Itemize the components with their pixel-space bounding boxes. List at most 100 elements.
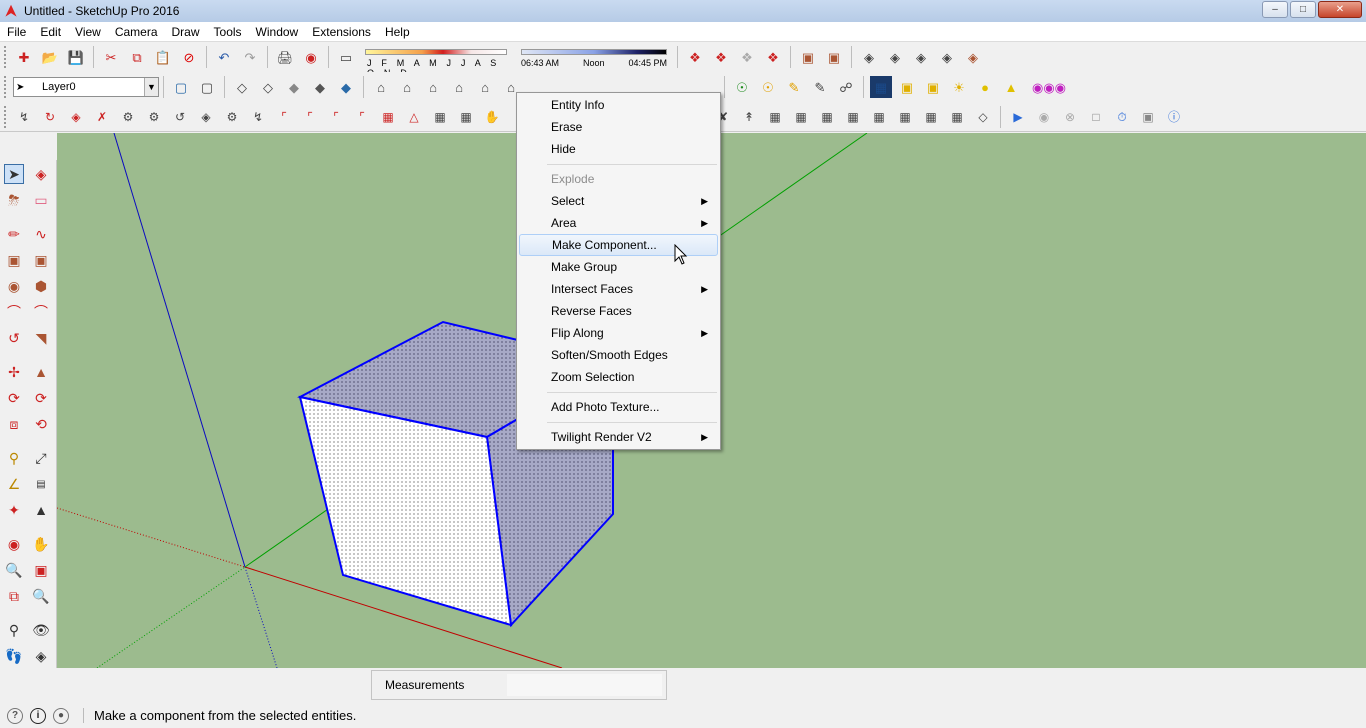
help-icon[interactable]: ⓘ (1164, 106, 1184, 128)
menu-item-flip-along[interactable]: Flip Along ▶ (519, 322, 718, 344)
zoom-extents-icon[interactable]: ⧉ (4, 586, 24, 606)
menu-item-zoom-selection[interactable]: Zoom Selection (519, 366, 718, 388)
credits-info-icon[interactable]: i (30, 707, 46, 724)
back-view-icon[interactable]: ⌂ (474, 76, 496, 98)
drape-icon[interactable]: ◈ (962, 46, 984, 68)
two-point-arc-icon[interactable]: ⌒ (31, 302, 51, 322)
rectangle-icon[interactable]: ▣ (4, 250, 24, 270)
text-icon[interactable]: ▤ (31, 474, 51, 494)
twilight-sun-icon[interactable]: ● (974, 76, 996, 98)
hidden-line-icon[interactable]: ◇ (257, 76, 279, 98)
solid-outer-shell-icon[interactable]: ☉ (731, 76, 753, 98)
xray-icon[interactable]: ▢ (170, 76, 192, 98)
display-shadows-icon[interactable]: ▭ (335, 46, 357, 68)
fredo-tool-7-icon[interactable]: ▦ (869, 106, 889, 128)
menu-view[interactable]: View (68, 25, 108, 39)
smoove-icon[interactable]: ◈ (910, 46, 932, 68)
follow-me-icon[interactable]: ⟳ (31, 388, 51, 408)
paste-icon[interactable]: 📋 (152, 46, 174, 68)
menu-edit[interactable]: Edit (33, 25, 68, 39)
sandbox-from-contours-icon[interactable]: ◈ (858, 46, 880, 68)
measurements-input[interactable] (507, 674, 662, 696)
position-camera-icon[interactable]: ⚲ (4, 620, 24, 640)
dimension-icon[interactable]: ⤢ (31, 448, 51, 468)
shadow-month-slider[interactable]: J F M A M J J A S O N D (363, 45, 511, 78)
pencil-line-icon[interactable]: ✏ (4, 224, 24, 244)
share-component-icon[interactable]: ❖ (736, 46, 758, 68)
menu-extensions[interactable]: Extensions (305, 25, 378, 39)
iso-view-icon[interactable]: ⌂ (370, 76, 392, 98)
back-edges-icon[interactable]: ▢ (196, 76, 218, 98)
zoom-window-icon[interactable]: ▣ (31, 560, 51, 580)
walk-icon[interactable]: 👣 (4, 646, 24, 666)
fredo-tool-10-icon[interactable]: ▦ (947, 106, 967, 128)
window-icon[interactable]: ▣ (1138, 106, 1158, 128)
menu-item-twilight-render[interactable]: Twilight Render V2 ▶ (519, 426, 718, 448)
share-model-icon[interactable]: ❖ (710, 46, 732, 68)
cut-icon[interactable]: ✂ (100, 46, 122, 68)
look-around-icon[interactable]: 👁 (31, 620, 51, 640)
section-plane-icon[interactable]: ◈ (31, 646, 51, 666)
orbit-icon[interactable]: ◉ (4, 534, 24, 554)
menu-item-make-group[interactable]: Make Group (519, 256, 718, 278)
extension-warehouse-icon[interactable]: ❖ (762, 46, 784, 68)
play-icon[interactable]: ▶ (1008, 106, 1028, 128)
rotated-rectangle-icon[interactable]: ▣ (31, 250, 51, 270)
curve-tool-6-icon[interactable]: ⚙ (144, 106, 164, 128)
warehouse-icon[interactable]: ❖ (684, 46, 706, 68)
menu-help[interactable]: Help (378, 25, 417, 39)
curve-tool-8-icon[interactable]: ◈ (196, 106, 216, 128)
fredo-tool-2-icon[interactable]: ↟ (739, 106, 759, 128)
curve-tool-16-icon[interactable]: △ (404, 106, 424, 128)
three-point-arc-icon[interactable]: ↺ (4, 328, 24, 348)
menu-item-soften-smooth-edges[interactable]: Soften/Smooth Edges (519, 344, 718, 366)
menu-tools[interactable]: Tools (207, 25, 249, 39)
maximize-button[interactable]: □ (1290, 1, 1316, 18)
stamp-icon[interactable]: ◈ (936, 46, 958, 68)
curve-tool-19-icon[interactable]: ✋ (482, 106, 502, 128)
curve-tool-9-icon[interactable]: ⚙ (222, 106, 242, 128)
zoom-icon[interactable]: 🔍 (4, 560, 24, 580)
menu-window[interactable]: Window (249, 25, 306, 39)
curve-tool-4-icon[interactable]: ✗ (92, 106, 112, 128)
curve-tool-13-icon[interactable]: ⌜ (326, 106, 346, 128)
axes-icon[interactable]: ✦ (4, 500, 24, 520)
pan-icon[interactable]: ✋ (31, 534, 51, 554)
twilight-palette-icon[interactable]: ◉◉◉ (1026, 76, 1072, 98)
twilight-material-icon[interactable]: ▣ (896, 76, 918, 98)
curve-tool-3-icon[interactable]: ◈ (66, 106, 86, 128)
freehand-icon[interactable]: ∿ (31, 224, 51, 244)
3d-text-icon[interactable]: ▲ (31, 500, 51, 520)
menu-camera[interactable]: Camera (108, 25, 165, 39)
geolocation-icon[interactable]: ? (7, 707, 23, 724)
menu-item-hide[interactable]: Hide (519, 138, 718, 160)
fredo-tool-4-icon[interactable]: ▦ (791, 106, 811, 128)
paint-bucket-icon[interactable]: ⛈ (4, 190, 24, 210)
curve-tool-1-icon[interactable]: ↯ (14, 106, 34, 128)
timer-icon[interactable]: ⏱ (1112, 106, 1132, 128)
tape-measure-icon[interactable]: ⚲ (4, 448, 24, 468)
menu-item-intersect-faces[interactable]: Intersect Faces ▶ (519, 278, 718, 300)
top-view-icon[interactable]: ⌂ (396, 76, 418, 98)
menu-item-select[interactable]: Select ▶ (519, 190, 718, 212)
fredo-tool-9-icon[interactable]: ▦ (921, 106, 941, 128)
eraser-icon[interactable]: ▭ (31, 190, 51, 210)
make-component-tool-icon[interactable]: ◈ (31, 164, 51, 184)
minimize-button[interactable]: – (1262, 1, 1288, 18)
menu-item-area[interactable]: Area ▶ (519, 212, 718, 234)
menu-item-add-photo-texture[interactable]: Add Photo Texture... (519, 396, 718, 418)
curve-tool-12-icon[interactable]: ⌜ (300, 106, 320, 128)
curve-tool-11-icon[interactable]: ⌜ (274, 106, 294, 128)
menu-draw[interactable]: Draw (165, 25, 207, 39)
menu-item-reverse-faces[interactable]: Reverse Faces (519, 300, 718, 322)
pie-icon[interactable]: ◥ (31, 328, 51, 348)
curve-tool-17-icon[interactable]: ▦ (430, 106, 450, 128)
solid-union-icon[interactable]: ✎ (783, 76, 805, 98)
menu-item-make-component[interactable]: Make Component... (519, 234, 718, 256)
open-file-icon[interactable]: 📂 (39, 46, 61, 68)
new-file-icon[interactable]: ✚ (13, 46, 35, 68)
front-view-icon[interactable]: ⌂ (422, 76, 444, 98)
polygon-icon[interactable]: ⬢ (31, 276, 51, 296)
twilight-cone-icon[interactable]: ▲ (1000, 76, 1022, 98)
toggle-terrain-icon[interactable]: ▣ (823, 46, 845, 68)
